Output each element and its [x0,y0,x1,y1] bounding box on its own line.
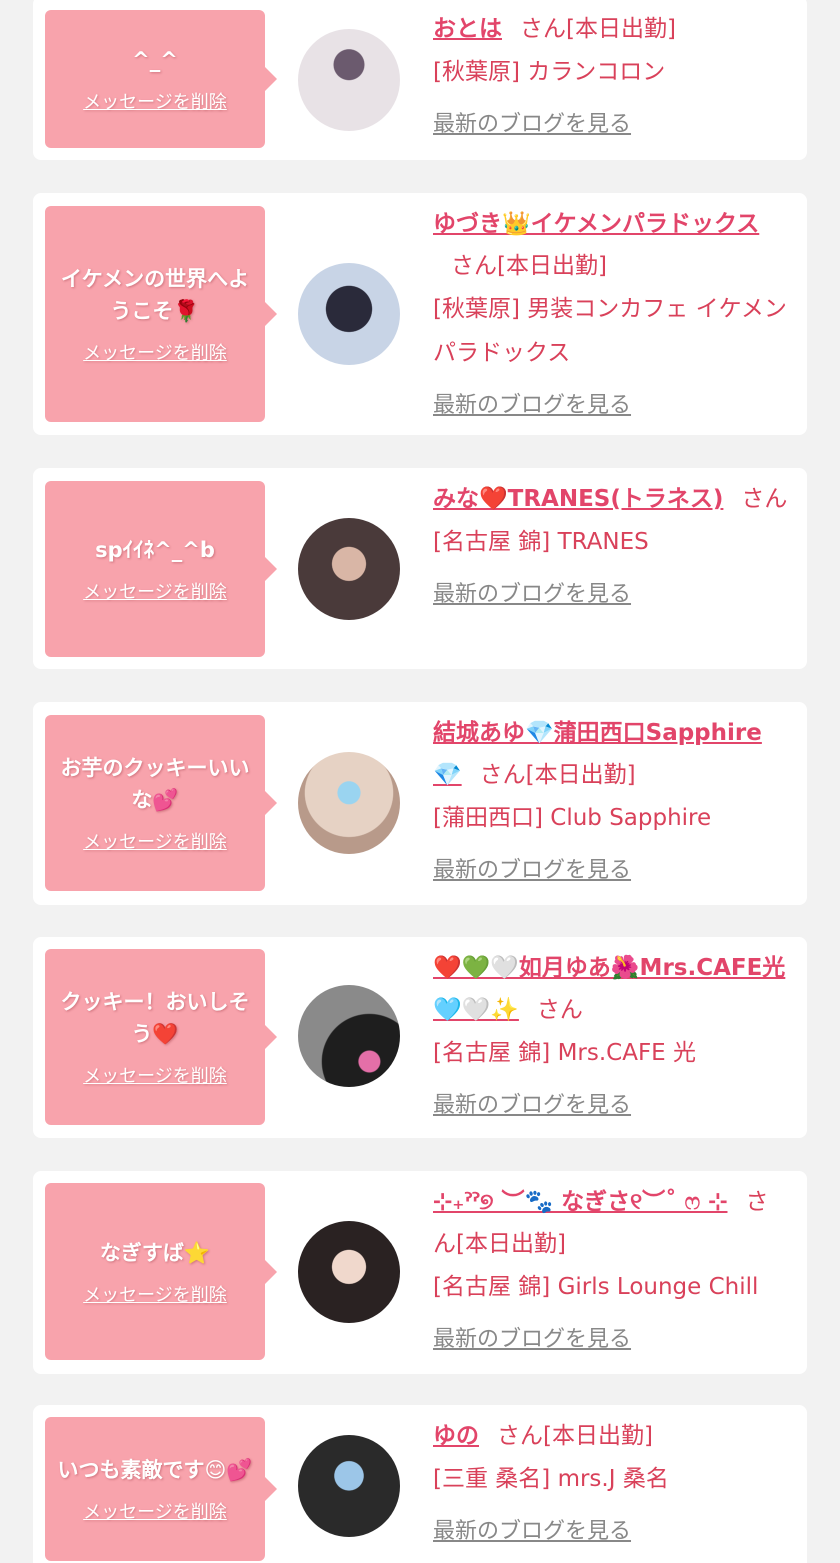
list-item: ^_^ メッセージを削除 おとは さん[本日出勤] [秋葉原] カランコロン 最新… [33,0,807,160]
cast-name-link[interactable]: ❤️💚🤍如月ゆあ🌺Mrs.CAFE光🩵🤍✨ [433,955,785,1023]
message-bubble: spｲｲﾈ^_^b メッセージを削除 [45,481,277,657]
message-text: いつも素敵です😊💕 [57,1458,253,1482]
shop-label: [三重 桑名] mrs.J 桑名 [433,1466,669,1492]
avatar[interactable] [298,29,400,131]
message-bubble: クッキー！おいしそう❤️ メッセージを削除 [45,949,277,1125]
shop-label: [名古屋 錦] Girls Lounge Chill [433,1274,759,1300]
list-item: spｲｲﾈ^_^b メッセージを削除 みな❤️TRANES(トラネス) さん [名… [33,468,807,669]
avatar[interactable] [298,985,400,1087]
delete-message-link[interactable]: メッセージを削除 [83,1062,227,1088]
cast-name-link[interactable]: おとは [433,16,502,42]
latest-blog-link[interactable]: 最新のブログを見る [433,1087,631,1119]
name-suffix: さん [536,997,583,1023]
delete-message-link[interactable]: メッセージを削除 [83,1281,227,1307]
shop-label: [名古屋 錦] Mrs.CAFE 光 [433,1040,697,1066]
avatar[interactable] [298,1435,400,1537]
cast-name-link[interactable]: ゆづき👑イケメンパラドックス [433,211,759,237]
list-item: なぎすば⭐ メッセージを削除 ⊹₊ˀˀ୭ ︶🐾 なぎさ୧︶˚ ෆ ⊹ さん[本日出… [33,1171,807,1374]
list-item: クッキー！おいしそう❤️ メッセージを削除 ❤️💚🤍如月ゆあ🌺Mrs.CAFE光… [33,937,807,1138]
name-suffix: さん[本日出勤] [497,1423,653,1449]
message-text: spｲｲﾈ^_^b [95,538,215,562]
name-suffix: さん [741,486,788,512]
delete-message-link[interactable]: メッセージを削除 [83,339,227,365]
list-item: イケメンの世界へようこそ🌹 メッセージを削除 ゆづき👑イケメンパラドックスさん[… [33,193,807,435]
message-text: クッキー！おいしそう❤️ [60,990,250,1046]
avatar[interactable] [298,263,400,365]
cast-name-link[interactable]: みな❤️TRANES(トラネス) [433,486,723,512]
latest-blog-link[interactable]: 最新のブログを見る [433,106,631,138]
message-text: なぎすば⭐ [99,1240,211,1265]
cast-name-link[interactable]: ⊹₊ˀˀ୭ ︶🐾 なぎさ୧︶˚ ෆ ⊹ [433,1189,727,1215]
message-list: ^_^ メッセージを削除 おとは さん[本日出勤] [秋葉原] カランコロン 最新… [0,0,840,1563]
message-bubble: ^_^ メッセージを削除 [45,10,277,148]
message-text: ^_^ [132,48,178,72]
delete-message-link[interactable]: メッセージを削除 [83,1498,227,1524]
latest-blog-link[interactable]: 最新のブログを見る [433,1321,631,1353]
name-suffix: さん[本日出勤] [520,16,676,42]
avatar[interactable] [298,518,400,620]
avatar[interactable] [298,752,400,854]
list-item: いつも素敵です😊💕 メッセージを削除 ゆの さん[本日出勤] [三重 桑名] mr… [33,1405,807,1563]
message-text: イケメンの世界へようこそ🌹 [60,267,250,323]
message-bubble: イケメンの世界へようこそ🌹 メッセージを削除 [45,206,277,422]
shop-label: [秋葉原] 男装コンカフェ イケメンパラドックス [433,296,787,366]
delete-message-link[interactable]: メッセージを削除 [83,88,227,114]
latest-blog-link[interactable]: 最新のブログを見る [433,1513,631,1545]
latest-blog-link[interactable]: 最新のブログを見る [433,852,631,884]
avatar[interactable] [298,1221,400,1323]
shop-label: [秋葉原] カランコロン [433,59,666,85]
cast-name-link[interactable]: ゆの [433,1423,479,1449]
list-item: お芋のクッキーいいな💕 メッセージを削除 結城あゆ💎蒲田西口Sapphire💎 さ… [33,702,807,905]
message-bubble: お芋のクッキーいいな💕 メッセージを削除 [45,715,277,891]
name-suffix: さん[本日出勤] [479,762,636,788]
message-bubble: いつも素敵です😊💕 メッセージを削除 [45,1417,277,1561]
shop-label: [名古屋 錦] TRANES [433,529,649,555]
delete-message-link[interactable]: メッセージを削除 [83,828,227,854]
message-text: お芋のクッキーいいな💕 [60,756,250,812]
latest-blog-link[interactable]: 最新のブログを見る [433,576,631,608]
delete-message-link[interactable]: メッセージを削除 [83,578,227,604]
message-bubble: なぎすば⭐ メッセージを削除 [45,1183,277,1360]
name-suffix: さん[本日出勤] [451,253,607,279]
shop-label: [蒲田西口] Club Sapphire [433,805,712,831]
latest-blog-link[interactable]: 最新のブログを見る [433,387,631,419]
